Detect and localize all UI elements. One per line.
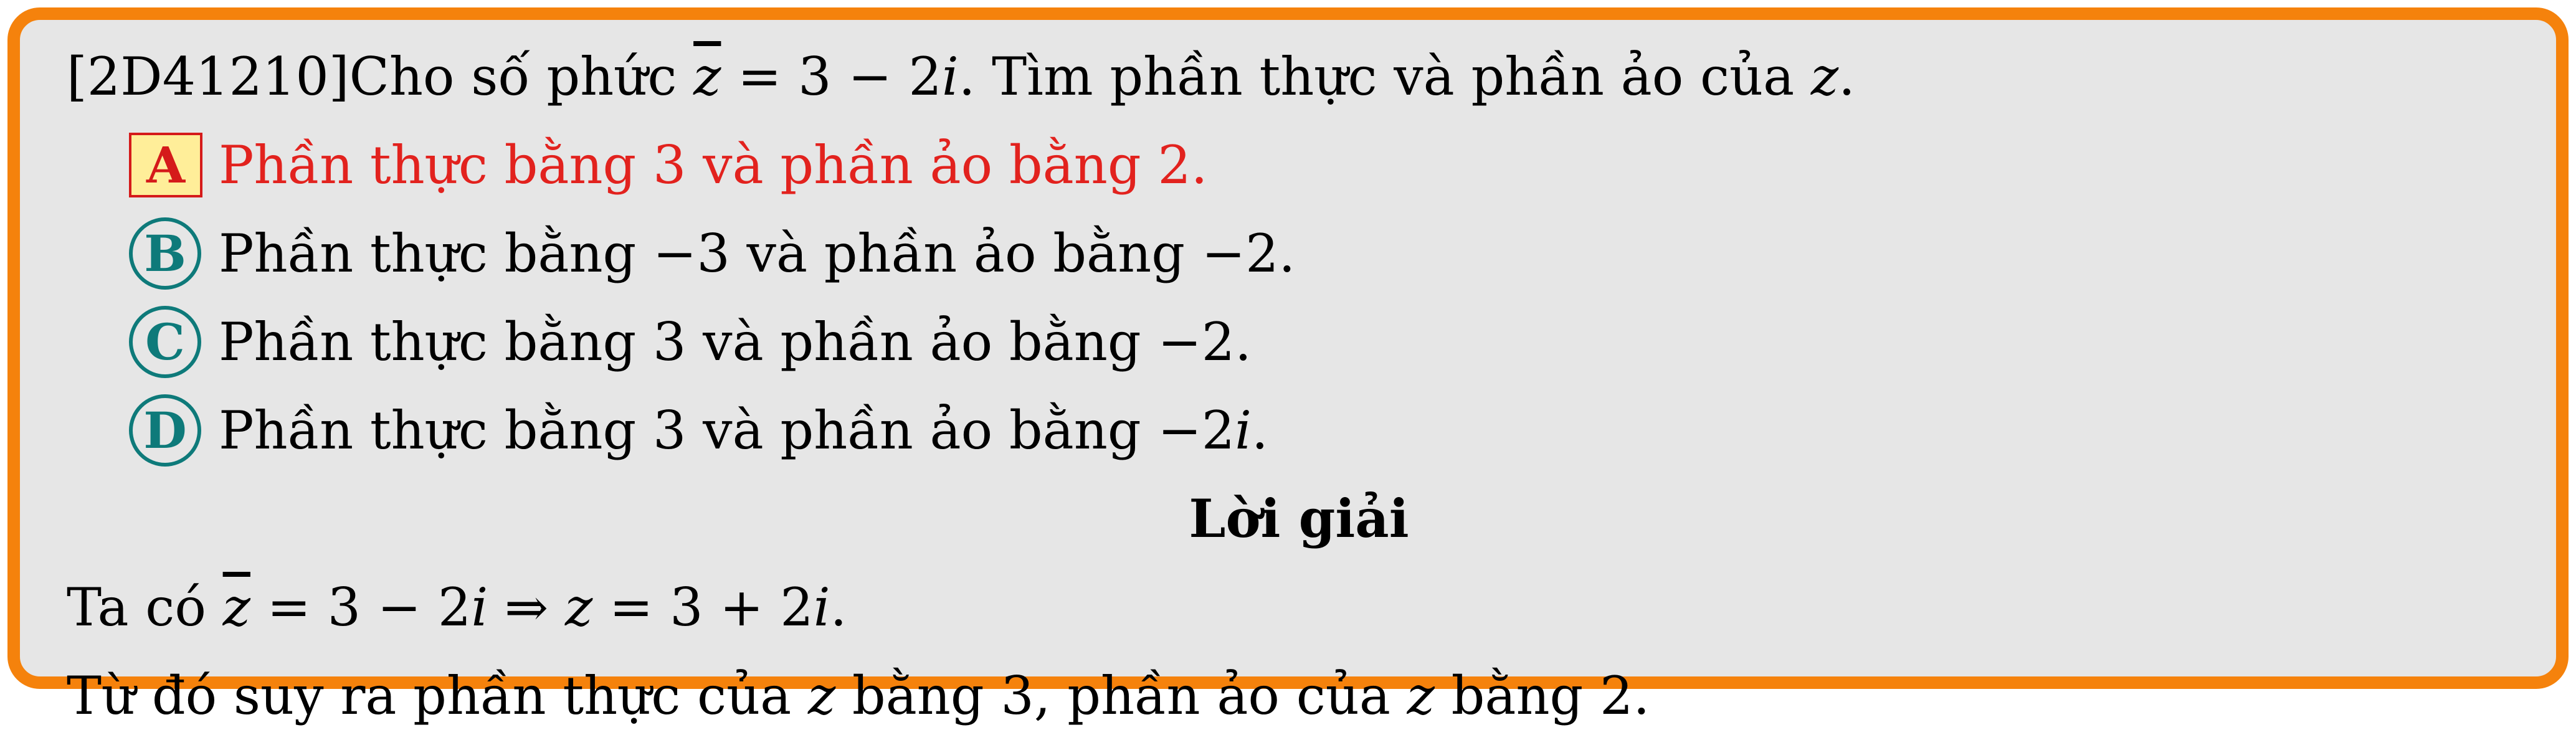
question-id: [2D41210] — [67, 46, 349, 107]
option-c[interactable]: C Phần thực bằng 3 và phần ảo bằng −2. — [67, 298, 2531, 386]
solution-line-2-mid: bằng 3, phần ảo của — [835, 665, 1407, 726]
solution-imaginary-unit-2: i — [813, 577, 830, 638]
option-d-label: D — [129, 394, 201, 467]
option-d-text-end: . — [1252, 400, 1268, 461]
solution-line-2-end: bằng 2. — [1434, 665, 1650, 726]
solution-imaginary-unit-1: i — [471, 577, 488, 638]
solution-line-1-pre: Ta có — [67, 577, 223, 638]
option-b[interactable]: B Phần thực bằng −3 và phần ảo bằng −2. — [67, 209, 2531, 298]
option-d[interactable]: D Phần thực bằng 3 và phần ảo bằng −2i. — [67, 386, 2531, 475]
question-card: [2D41210]Cho số phức z = 3 − 2i. Tìm phầ… — [7, 7, 2569, 726]
solution-line-1-end: . — [830, 577, 847, 638]
question-prefix: Cho số phức — [349, 46, 694, 107]
solution-variable-z: z — [565, 577, 593, 638]
solution-line-1: Ta có z = 3 − 2i ⇒ z = 3 + 2i. — [67, 563, 2531, 652]
question-stem: [2D41210]Cho số phức z = 3 − 2i. Tìm phầ… — [67, 32, 2531, 121]
option-d-imaginary-unit: i — [1235, 400, 1252, 461]
option-a[interactable]: A Phần thực bằng 3 và phần ảo bằng 2. — [67, 121, 2531, 209]
solution-line-2: Từ đó suy ra phần thực của z bằng 3, phầ… — [67, 652, 2531, 740]
solution-line-2-z1: z — [807, 665, 836, 726]
option-c-text: Phần thực bằng 3 và phần ảo bằng −2. — [219, 311, 1252, 372]
question-expression: = 3 − 2 — [721, 46, 942, 107]
option-a-label: A — [129, 133, 202, 197]
solution-line-1-mid: = 3 − 2 — [250, 577, 472, 638]
solution-line-2-z2: z — [1407, 665, 1435, 726]
question-suffix: . Tìm phần thực và phần ảo của — [958, 46, 1811, 107]
variable-z: z — [1810, 46, 1839, 107]
option-c-label: C — [129, 306, 201, 378]
option-b-label: B — [129, 217, 201, 290]
option-b-text: Phần thực bằng −3 và phần ảo bằng −2. — [219, 223, 1296, 284]
option-d-text: Phần thực bằng 3 và phần ảo bằng −2i. — [219, 386, 1268, 475]
solution-line-1-eq: = 3 + 2 — [592, 577, 814, 638]
imaginary-unit: i — [941, 46, 959, 107]
question-content: [2D41210]Cho số phức z = 3 − 2i. Tìm phầ… — [67, 32, 2531, 740]
question-end: . — [1838, 46, 1855, 107]
option-a-text: Phần thực bằng 3 và phần ảo bằng 2. — [219, 135, 1208, 196]
implies-arrow: ⇒ — [488, 577, 566, 638]
option-d-text-main: Phần thực bằng 3 và phần ảo bằng −2 — [219, 400, 1235, 461]
solution-z-conjugate: z — [222, 577, 250, 638]
z-conjugate: z — [693, 46, 721, 107]
solution-heading: Lời giải — [1189, 488, 1409, 549]
solution-line-2-pre: Từ đó suy ra phần thực của — [67, 665, 808, 726]
